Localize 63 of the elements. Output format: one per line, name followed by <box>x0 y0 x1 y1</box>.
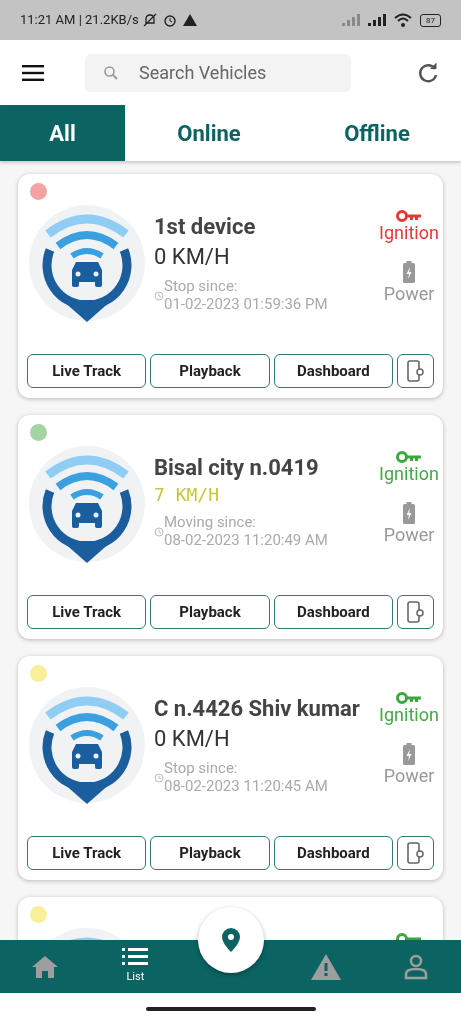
alarm-icon <box>162 13 177 27</box>
wifi-icon <box>394 13 412 27</box>
phone-settings-icon <box>406 601 425 623</box>
battery-indicator: 87 <box>420 13 441 27</box>
since-time: 01-02-2023 01:59:36 PM <box>164 294 328 313</box>
action-button[interactable]: Playback <box>150 836 270 870</box>
clock-icon <box>154 290 164 301</box>
vehicle-card[interactable]: Bisal city n.0419 7 KM/H Moving since: 08-02-2023 11:20:49 AM Ignition Power Live Track Playback Dashboard <box>18 415 443 639</box>
profile-icon <box>403 953 428 980</box>
filter-tab[interactable]: Offline <box>293 105 461 161</box>
vehicle-name: C n.4426 Shiv kumar <box>154 695 360 723</box>
battery-charging-icon <box>403 742 415 765</box>
phone-settings-icon <box>406 360 425 382</box>
nav-item[interactable]: List <box>90 940 181 993</box>
action-button[interactable]: Live Track <box>27 836 147 870</box>
ignition-label: Ignition <box>379 463 439 486</box>
since-time: 08-02-2023 11:20:49 AM <box>164 530 328 549</box>
search-input[interactable]: Search Vehicles <box>139 59 329 86</box>
vehicle-card[interactable]: C n.4426 Shiv kumar 0 KM/H Stop since: 08-02-2023 11:20:45 AM Ignition Power Live Track Playback Dashboard <box>18 656 443 880</box>
search-icon <box>103 64 119 81</box>
device-settings-button[interactable] <box>397 836 434 870</box>
since-label: Stop since: <box>164 758 239 777</box>
power-label: Power <box>383 282 435 305</box>
warning-icon <box>182 14 197 26</box>
phone-settings-icon <box>406 842 425 864</box>
action-button[interactable]: Live Track <box>27 595 147 629</box>
list-icon <box>122 947 149 968</box>
action-button[interactable]: Dashboard <box>273 836 393 870</box>
speed-text: 0 KM/H <box>154 243 231 271</box>
menu-icon[interactable] <box>22 64 44 81</box>
action-button[interactable]: Dashboard <box>273 354 393 388</box>
muted-bell-icon <box>142 13 157 27</box>
since-time: 08-02-2023 11:20:45 AM <box>164 776 328 795</box>
filter-tab[interactable]: All <box>0 105 125 161</box>
ignition-label: Ignition <box>379 704 439 727</box>
action-button[interactable]: Live Track <box>27 354 147 388</box>
device-settings-button[interactable] <box>397 354 434 388</box>
vehicle-card[interactable]: 1st device 0 KM/H Stop since: 01-02-2023 01:59:36 PM Ignition Power Live Track Playback Dashboard <box>18 174 443 398</box>
status-time: 11:21 AM | 21.2KB/s <box>20 11 139 30</box>
action-button[interactable]: Dashboard <box>273 595 393 629</box>
speed-text: 7 KM/H <box>154 484 221 507</box>
vehicle-name: 1st device <box>154 213 256 241</box>
speed-text: 0 KM/H <box>154 725 231 753</box>
since-label: Moving since: <box>164 512 257 531</box>
power-label: Power <box>383 523 435 546</box>
ignition-label: Ignition <box>379 222 439 245</box>
home-icon <box>31 954 60 979</box>
refresh-icon[interactable] <box>417 61 439 84</box>
power-label: Power <box>383 764 435 787</box>
action-button[interactable]: Playback <box>150 354 270 388</box>
filter-tab[interactable]: Online <box>125 105 293 161</box>
battery-charging-icon <box>403 260 415 283</box>
battery-charging-icon <box>403 501 415 524</box>
search-field[interactable]: Search Vehicles <box>85 53 351 92</box>
device-settings-button[interactable] <box>397 595 434 629</box>
since-label: Stop since: <box>164 276 239 295</box>
clock-icon <box>154 526 164 537</box>
vehicle-name: Bisal city n.0419 <box>154 454 319 482</box>
clock-icon <box>154 772 164 783</box>
signal-icon <box>368 14 388 26</box>
action-button[interactable]: Playback <box>150 595 270 629</box>
warning-icon <box>310 953 341 980</box>
map-pin-icon <box>222 928 240 952</box>
